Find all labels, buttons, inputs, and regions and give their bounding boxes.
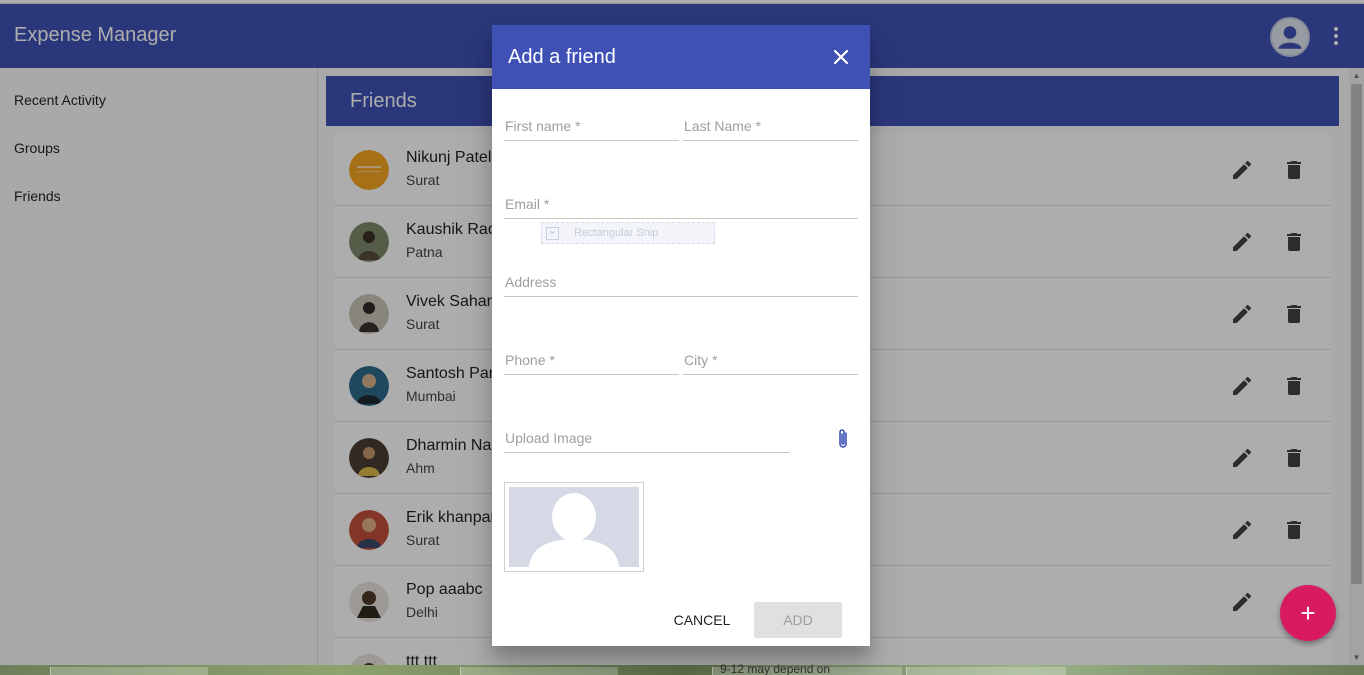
last-name-input[interactable] <box>683 111 858 140</box>
image-preview <box>504 482 644 572</box>
first-name-field[interactable]: First name * <box>504 111 679 141</box>
close-icon[interactable] <box>832 48 850 66</box>
app-root: Expense Manager Recent Activity Groups F… <box>0 0 1364 675</box>
snip-tool-overlay: ✂ Rectangular Snip <box>541 222 715 244</box>
paperclip-icon[interactable] <box>834 427 852 451</box>
upload-image-field[interactable]: Upload Image <box>504 423 790 453</box>
snip-icon: ✂ <box>546 227 559 240</box>
phone-field[interactable]: Phone * <box>504 345 679 375</box>
taskbar-item[interactable] <box>50 667 208 675</box>
upload-image-label: Upload Image <box>505 430 593 446</box>
phone-input[interactable] <box>504 345 679 374</box>
plus-icon: + <box>1300 598 1316 628</box>
email-input[interactable] <box>504 189 858 218</box>
last-name-field[interactable]: Last Name * <box>683 111 858 141</box>
taskbar-item[interactable] <box>906 667 1066 675</box>
add-button[interactable]: ADD <box>754 602 842 638</box>
dialog-header: Add a friend <box>492 25 870 89</box>
city-input[interactable] <box>683 345 858 374</box>
add-friend-dialog: Add a friend First name * Last Name * Em… <box>492 25 870 646</box>
windows-taskbar: 9-12 may depend on <box>0 662 1364 675</box>
add-friend-fab[interactable]: + <box>1280 585 1336 641</box>
city-field[interactable]: City * <box>683 345 858 375</box>
cancel-button[interactable]: CANCEL <box>660 602 744 638</box>
email-field[interactable]: Email * <box>504 189 858 219</box>
dialog-title: Add a friend <box>508 46 616 68</box>
taskbar-item[interactable] <box>460 667 618 675</box>
first-name-input[interactable] <box>504 111 679 140</box>
taskbar-text: 9-12 may depend on <box>720 662 831 675</box>
snip-label: Rectangular Snip <box>574 227 659 239</box>
address-field[interactable]: Address <box>504 267 858 297</box>
address-input[interactable] <box>504 267 858 296</box>
default-avatar-icon <box>509 487 639 567</box>
